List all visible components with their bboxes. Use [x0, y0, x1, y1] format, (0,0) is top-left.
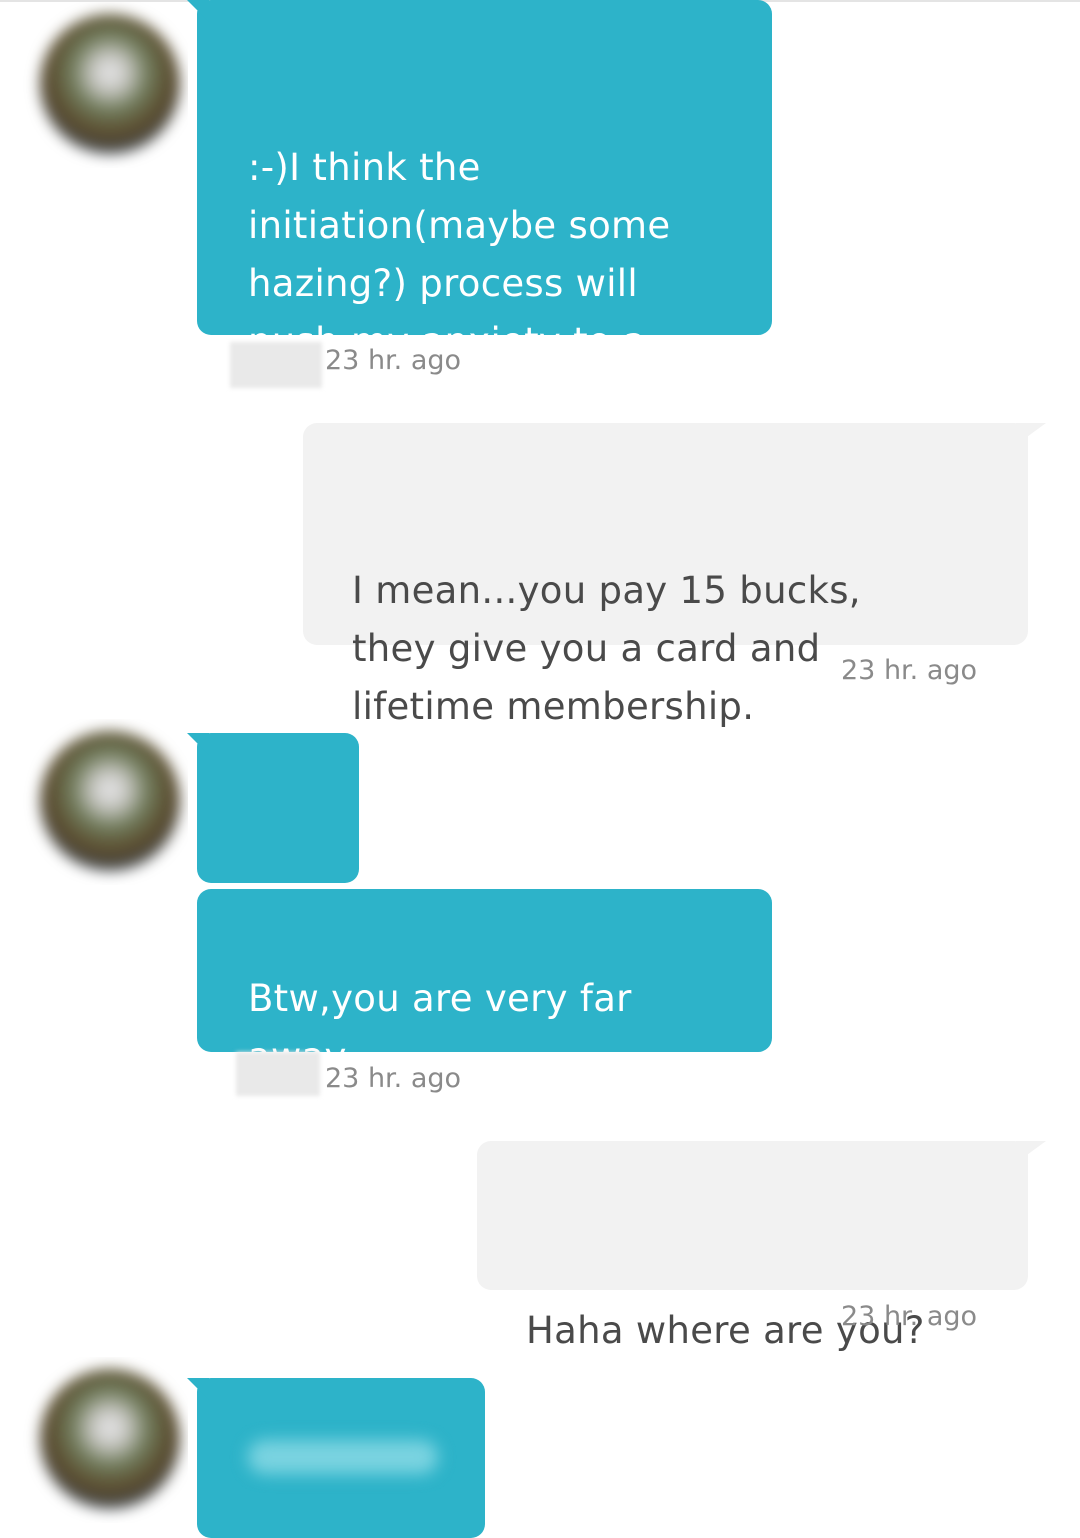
contact-avatar[interactable]	[22, 719, 188, 885]
avatar-image	[40, 731, 180, 871]
outgoing-message-bubble[interactable]: I mean...you pay 15 bucks, they give you…	[303, 423, 1046, 728]
message-timestamp: 23 hr. ago	[325, 1063, 462, 1094]
message-timestamp: 23 hr. ago	[841, 655, 978, 686]
avatar-image	[40, 1369, 180, 1509]
message-text: I mean...you pay 15 bucks, they give you…	[352, 569, 861, 728]
message-timestamp: 23 hr. ago	[841, 1301, 978, 1332]
contact-avatar[interactable]	[22, 1357, 188, 1523]
incoming-message-bubble[interactable]: Oh	[187, 733, 359, 945]
bubble-tail	[187, 1378, 209, 1400]
bubble-tail	[187, 0, 209, 22]
bubble-tail	[1016, 423, 1046, 445]
redacted-name	[236, 1052, 320, 1096]
contact-avatar[interactable]	[22, 2, 188, 168]
bubble-tail	[1016, 1141, 1046, 1163]
blurred-message-text	[248, 1440, 438, 1474]
incoming-message-bubble[interactable]: Btw,you are very far away	[197, 889, 772, 1078]
outgoing-message-bubble[interactable]: Haha where are you?	[477, 1141, 1046, 1352]
message-timestamp: 23 hr. ago	[325, 345, 462, 376]
avatar-image	[40, 14, 180, 154]
bubble-tail	[187, 733, 209, 755]
redacted-name	[230, 342, 322, 388]
incoming-message-bubble[interactable]: :-)I think the initiation(maybe some haz…	[187, 0, 772, 421]
